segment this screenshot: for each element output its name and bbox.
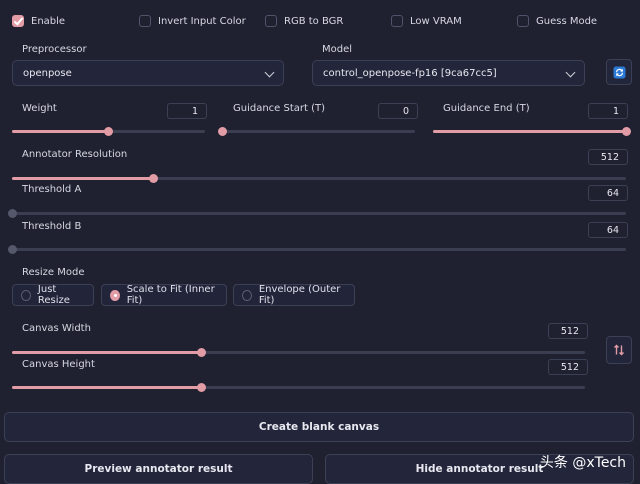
threshold-b-input[interactable]: 64 [588, 222, 628, 238]
radio-envelope[interactable]: Envelope (Outer Fit) [233, 284, 355, 306]
canvas-height-slider-thumb[interactable] [196, 383, 206, 392]
model-label: Model [322, 44, 353, 55]
radio-just-resize[interactable]: Just Resize [12, 284, 94, 306]
checkbox-rgb-box[interactable] [265, 15, 277, 27]
options-row: Enable Invert Input Color RGB to BGR Low… [0, 12, 640, 32]
guidance-start-label: Guidance Start (T) [233, 103, 326, 114]
canvas-height-slider-fill [12, 386, 202, 389]
guidance-end-slider[interactable] [433, 127, 631, 136]
guidance-start-slider[interactable] [217, 127, 415, 136]
checkbox-invert-label: Invert Input Color [158, 15, 246, 27]
swap-vertical-icon [614, 344, 624, 356]
weight-slider-fill [12, 130, 109, 133]
low-vram-checkbox[interactable]: Low VRAM [391, 15, 462, 27]
threshold-b-label: Threshold B [22, 221, 82, 232]
canvas-width-slider-thumb[interactable] [196, 348, 206, 357]
radio-envelope-label: Envelope (Outer Fit) [258, 284, 341, 306]
preprocessor-value: openpose [23, 67, 72, 79]
model-select[interactable]: control_openpose-fp16 [9ca67cc5] [312, 60, 585, 86]
swap-dimensions-button[interactable] [606, 336, 632, 364]
guidance-start-input[interactable]: 0 [378, 103, 418, 119]
guidance-end-label: Guidance End (T) [443, 103, 530, 114]
resize-mode-label: Resize Mode [22, 267, 85, 278]
annotator-resolution-label: Annotator Resolution [22, 149, 128, 160]
threshold-b-slider[interactable] [7, 245, 626, 254]
annotator-resolution-slider-fill [12, 177, 154, 180]
guidance-end-slider-thumb[interactable] [621, 127, 631, 136]
canvas-width-input[interactable]: 512 [548, 323, 588, 339]
preprocessor-select[interactable]: openpose [12, 60, 284, 86]
chevron-down-icon [264, 67, 275, 78]
checkbox-enable-box[interactable] [12, 15, 24, 27]
canvas-width-label: Canvas Width [22, 323, 91, 334]
checkbox-enable-label: Enable [31, 15, 66, 27]
guidance-end-input[interactable]: 1 [588, 103, 628, 119]
guess-mode-checkbox[interactable]: Guess Mode [517, 15, 597, 27]
radio-envelope-dot[interactable] [242, 289, 252, 301]
checkbox-rgb-label: RGB to BGR [284, 15, 344, 27]
annotator-resolution-input[interactable]: 512 [588, 149, 628, 165]
preview-annotator-button[interactable]: Preview annotator result [4, 454, 313, 484]
canvas-width-slider[interactable] [12, 348, 585, 357]
guidance-end-slider-fill [433, 130, 626, 133]
checkbox-invert-box[interactable] [139, 15, 151, 27]
create-blank-canvas-button[interactable]: Create blank canvas [4, 412, 634, 442]
refresh-models-button[interactable] [606, 59, 632, 85]
radio-just-resize-label: Just Resize [37, 284, 70, 306]
rgb-to-bgr-checkbox[interactable]: RGB to BGR [265, 15, 343, 27]
threshold-b-slider-thumb[interactable] [7, 245, 17, 254]
weight-input[interactable]: 1 [167, 103, 207, 119]
checkbox-lowvram-box[interactable] [391, 15, 403, 27]
refresh-icon [613, 66, 625, 78]
chevron-down-icon [565, 67, 576, 78]
annotator-resolution-slider[interactable] [12, 174, 626, 183]
checkbox-guess-label: Guess Mode [536, 15, 598, 27]
watermark: 头条 @xTech [539, 455, 626, 471]
enable-checkbox[interactable]: Enable [12, 15, 65, 27]
canvas-height-slider[interactable] [12, 383, 585, 392]
threshold-a-input[interactable]: 64 [588, 185, 628, 201]
weight-label: Weight [22, 103, 57, 114]
radio-scale-to-fit-dot[interactable] [110, 289, 120, 301]
radio-scale-to-fit-label: Scale to Fit (Inner Fit) [126, 284, 215, 306]
model-value: control_openpose-fp16 [9ca67cc5] [323, 67, 497, 79]
invert-input-color-checkbox[interactable]: Invert Input Color [139, 15, 246, 27]
annotator-resolution-slider-thumb[interactable] [148, 174, 158, 183]
checkbox-guess-box[interactable] [517, 15, 529, 27]
radio-scale-to-fit[interactable]: Scale to Fit (Inner Fit) [101, 284, 227, 306]
canvas-height-input[interactable]: 512 [548, 359, 588, 375]
checkbox-lowvram-label: Low VRAM [410, 15, 462, 27]
canvas-height-label: Canvas Height [22, 359, 95, 370]
threshold-a-slider[interactable] [7, 209, 626, 218]
canvas-width-slider-fill [12, 351, 202, 354]
guidance-start-slider-thumb[interactable] [217, 127, 227, 136]
weight-slider[interactable] [12, 127, 205, 136]
preprocessor-label: Preprocessor [22, 44, 87, 55]
threshold-a-slider-thumb[interactable] [7, 209, 17, 218]
radio-just-resize-dot[interactable] [21, 289, 31, 301]
weight-slider-thumb[interactable] [104, 127, 113, 136]
threshold-a-label: Threshold A [22, 184, 82, 195]
